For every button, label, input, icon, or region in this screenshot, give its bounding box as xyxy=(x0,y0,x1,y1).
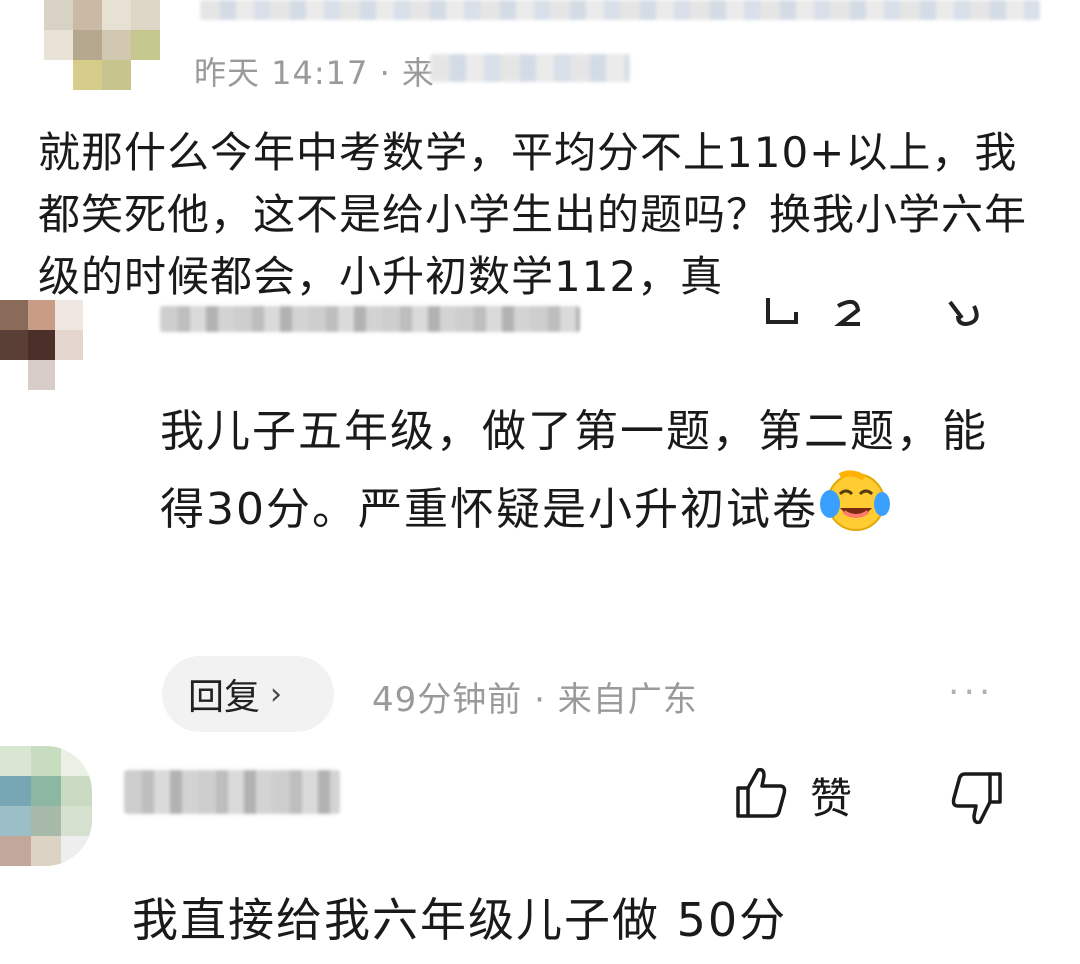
clipped-text-fragment xyxy=(760,292,1060,332)
reply-button[interactable]: 回复 › xyxy=(162,656,334,732)
location-blurred xyxy=(430,54,630,82)
dislike-button[interactable] xyxy=(948,768,1006,834)
chevron-right-icon: › xyxy=(270,676,283,712)
reply-time: 49分钟前 xyxy=(372,680,523,720)
like-button[interactable]: 赞 xyxy=(732,764,852,826)
thumbs-up-icon xyxy=(732,764,790,826)
comment-meta: 昨天 14:17 · 来 xyxy=(194,54,435,92)
third-comment-text: 我直接给我六年级儿子做 50分 xyxy=(132,893,788,947)
avatar[interactable] xyxy=(44,0,160,90)
reply-comment-text: 我儿子五年级，做了第一题，第二题，能得30分。严重怀疑是小升初试卷 xyxy=(160,396,1020,546)
comment-text: 就那什么今年中考数学，平均分不上110+以上，我都笑死他，这不是给小学生出的题吗… xyxy=(38,128,1028,301)
meta-separator: · xyxy=(534,680,558,720)
reply-button-label: 回复 xyxy=(188,677,261,718)
avatar[interactable] xyxy=(0,746,92,866)
username-blurred[interactable] xyxy=(200,0,1040,20)
reply-meta: 49分钟前 · 来自广东 xyxy=(372,672,698,721)
avatar[interactable] xyxy=(0,300,110,390)
username-blurred[interactable] xyxy=(124,770,340,814)
laughing-crying-emoji-icon xyxy=(818,468,890,531)
username-blurred[interactable] xyxy=(160,306,580,332)
thumbs-down-icon xyxy=(948,772,1006,834)
reply-location: 来自广东 xyxy=(557,680,698,720)
like-label: 赞 xyxy=(810,773,853,823)
more-options-icon[interactable]: ··· xyxy=(948,672,994,713)
